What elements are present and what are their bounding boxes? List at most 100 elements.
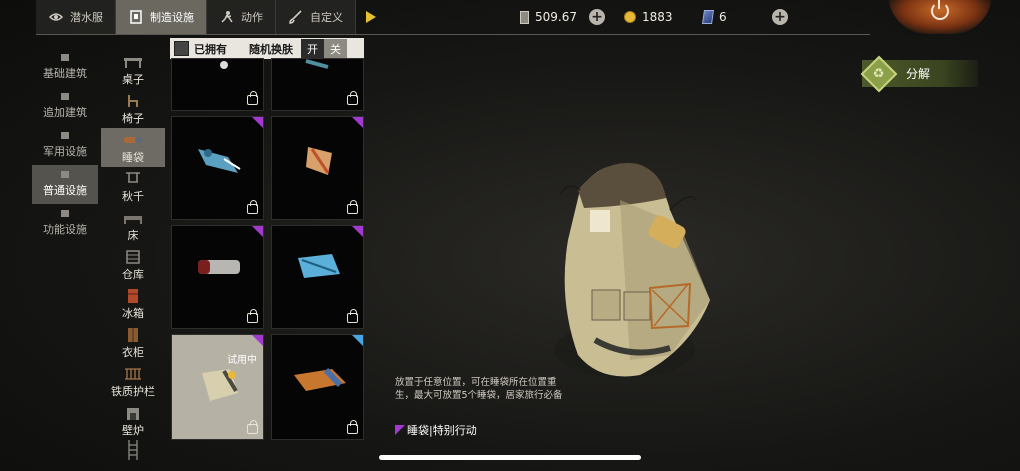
ticket-icon	[702, 10, 714, 24]
category-icon	[61, 171, 69, 178]
tab-label: 潜水服	[70, 11, 103, 24]
bed-icon	[124, 216, 142, 224]
type-swing[interactable]: 秋千	[101, 167, 165, 206]
tagline-text: 睡袋|特别行动	[407, 424, 477, 437]
fence-icon	[125, 368, 141, 380]
category-label: 普通设施	[43, 184, 87, 197]
item-thumbnail	[202, 369, 238, 401]
type-bed[interactable]: 床	[101, 206, 165, 245]
category-basic[interactable]: 基础建筑	[32, 48, 98, 87]
random-skin-label: 随机换肤	[249, 42, 293, 56]
coin-currency: 1883	[624, 0, 673, 34]
type-more[interactable]	[101, 440, 165, 460]
home-indicator[interactable]	[379, 455, 641, 460]
decompose-button[interactable]: ♻ 分解	[860, 55, 978, 92]
lock-icon	[247, 309, 258, 323]
type-label: 仓库	[122, 268, 144, 281]
random-skin-on-toggle[interactable]: 开	[301, 38, 324, 59]
fireplace-icon	[127, 408, 139, 420]
item-thumbnail	[294, 367, 346, 391]
type-label: 冰箱	[122, 307, 144, 320]
coin-value: 1883	[642, 10, 673, 24]
ladder-icon	[128, 440, 138, 460]
type-label: 衣柜	[122, 346, 144, 359]
type-storage[interactable]: 仓库	[101, 245, 165, 284]
item-thumbnail	[298, 254, 340, 278]
tab-bar: 潜水服 制造设施 动作 自定义	[36, 0, 382, 34]
item-thumbnail	[306, 147, 332, 175]
item-card[interactable]	[271, 225, 364, 329]
type-chair[interactable]: 椅子	[101, 89, 165, 128]
item-card[interactable]	[271, 334, 364, 440]
type-fridge[interactable]: 冰箱	[101, 284, 165, 323]
item-card[interactable]	[271, 116, 364, 220]
type-label: 椅子	[122, 112, 144, 125]
action-icon	[221, 11, 233, 23]
expand-tabs-button[interactable]	[356, 0, 382, 34]
item-type-list: 桌子 椅子 睡袋 秋千 床 仓库 冰箱 衣柜 铁质护栏 壁炉	[101, 50, 165, 460]
storage-icon	[126, 250, 140, 264]
tab-label: 制造设施	[150, 11, 194, 24]
fridge-icon	[128, 289, 138, 303]
category-icon	[61, 132, 69, 139]
lock-icon	[247, 91, 258, 105]
facility-icon	[130, 10, 142, 24]
owned-checkbox[interactable]	[174, 41, 189, 56]
divider	[36, 34, 870, 35]
diving-suit-icon	[48, 13, 64, 21]
power-button[interactable]	[888, 0, 992, 34]
add-card-button[interactable]: +	[589, 9, 605, 25]
ticket-value: 6	[719, 10, 727, 24]
swing-icon	[126, 172, 140, 183]
category-label: 功能设施	[43, 223, 87, 236]
filter-bar: 已拥有 随机换肤 开 关	[170, 38, 364, 59]
lock-icon	[247, 200, 258, 214]
category-icon	[61, 93, 69, 100]
category-military[interactable]: 军用设施	[32, 126, 98, 165]
item-card[interactable]	[171, 225, 264, 329]
item-card[interactable]	[171, 58, 264, 111]
lock-icon	[347, 420, 358, 434]
play-arrow-icon	[366, 11, 376, 23]
item-card-selected[interactable]: 试用中	[171, 334, 264, 440]
card-icon	[520, 10, 529, 24]
type-label: 床	[127, 229, 139, 242]
table-icon	[124, 58, 142, 68]
type-fireplace[interactable]: 壁炉	[101, 401, 165, 440]
sleeping-bag-icon	[124, 137, 142, 143]
type-iron-fence[interactable]: 铁质护栏	[101, 362, 165, 401]
chair-icon	[128, 95, 138, 107]
tab-facility[interactable]: 制造设施	[116, 0, 207, 34]
item-description: 放置于任意位置，可在睡袋所在位置重生，最大可放置5个睡袋，居家旅行必备	[395, 377, 563, 401]
category-functional[interactable]: 功能设施	[32, 204, 98, 243]
item-tagline: 睡袋|特别行动	[395, 422, 477, 438]
category-label: 军用设施	[43, 145, 87, 158]
item-card[interactable]	[171, 116, 264, 220]
lock-icon	[347, 309, 358, 323]
power-icon	[931, 0, 949, 20]
tab-label: 自定义	[310, 11, 343, 24]
tab-diving-suit[interactable]: 潜水服	[36, 0, 116, 34]
decompose-label: 分解	[906, 67, 931, 81]
brush-icon	[289, 10, 302, 24]
tab-action[interactable]: 动作	[207, 0, 276, 34]
category-common[interactable]: 普通设施	[32, 165, 98, 204]
category-sidebar: 基础建筑 追加建筑 军用设施 普通设施 功能设施	[32, 48, 98, 243]
type-table[interactable]: 桌子	[101, 50, 165, 89]
rarity-purple-badge	[252, 226, 263, 237]
item-thumbnail	[305, 59, 329, 69]
add-ticket-button[interactable]: +	[772, 9, 788, 25]
random-skin-off-toggle[interactable]: 关	[324, 38, 347, 59]
rarity-flag-icon	[395, 425, 405, 435]
tab-label: 动作	[241, 11, 263, 24]
type-wardrobe[interactable]: 衣柜	[101, 323, 165, 362]
tab-custom[interactable]: 自定义	[276, 0, 356, 34]
sleeping-bag-preview	[555, 163, 710, 378]
type-label: 秋千	[122, 190, 144, 203]
item-thumbnail	[198, 149, 241, 173]
type-sleeping-bag[interactable]: 睡袋	[101, 128, 165, 167]
rarity-purple-badge	[252, 335, 263, 346]
item-card[interactable]	[271, 58, 364, 111]
category-additional[interactable]: 追加建筑	[32, 87, 98, 126]
rarity-purple-badge	[252, 117, 263, 128]
